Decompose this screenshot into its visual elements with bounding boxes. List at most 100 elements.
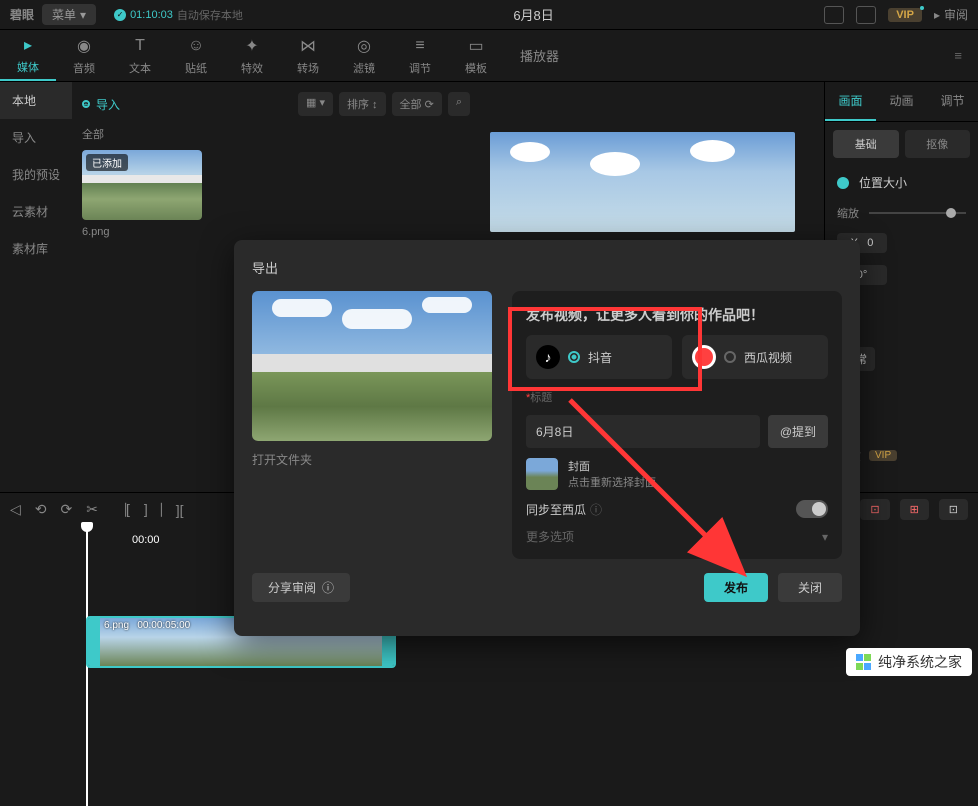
layout-icon-2[interactable]	[856, 6, 876, 24]
subtab-basic[interactable]: 基础	[833, 130, 899, 158]
sidebar-item-presets[interactable]: 我的预设	[0, 156, 72, 193]
media-item[interactable]: 已添加 6.png	[82, 150, 202, 238]
filter-icon: ◎	[354, 36, 374, 56]
help-icon[interactable]: ⓘ	[590, 501, 602, 518]
tab-transition[interactable]: ⋈转场	[280, 30, 336, 81]
sticker-icon: ☺	[186, 36, 206, 56]
tl-icon-1[interactable]: ⊡	[860, 499, 889, 520]
x-value: 0	[867, 237, 873, 249]
tab-picture[interactable]: 画面	[825, 82, 876, 121]
cover-row[interactable]: 封面 点击重新选择封面	[526, 458, 828, 490]
cover-thumb	[526, 458, 558, 490]
subtab-matting[interactable]: 抠像	[905, 130, 971, 158]
media-all-label: 全部	[82, 126, 470, 142]
tab-text-label: 文本	[129, 60, 151, 76]
modal-body: 打开文件夹 发布视频，让更多人看到你的作品吧！ ♪ 抖音 西瓜视频 *标题 6月…	[252, 291, 842, 559]
radio-checked[interactable]	[568, 351, 580, 363]
modal-heading: 发布视频，让更多人看到你的作品吧！	[526, 305, 828, 325]
redo-button[interactable]: ⟳	[61, 501, 73, 518]
export-modal: 导出 打开文件夹 发布视频，让更多人看到你的作品吧！ ♪ 抖音	[234, 240, 860, 636]
player-menu-icon[interactable]: ≡	[954, 48, 962, 63]
more-options[interactable]: 更多选项 ▾	[526, 528, 828, 545]
tab-audio[interactable]: ◉音频	[56, 30, 112, 81]
added-badge: 已添加	[86, 154, 128, 171]
timeline-right: ⊡ ⊞ ⊡	[860, 499, 968, 520]
open-folder-button[interactable]: 打开文件夹	[252, 451, 492, 468]
position-size-row: 位置大小	[825, 166, 978, 199]
radio-unchecked[interactable]	[724, 351, 736, 363]
app-logo: 碧眼	[10, 6, 34, 23]
tab-adjust[interactable]: ≡调节	[392, 30, 448, 81]
clip-handle-left[interactable]: ⎸	[88, 618, 100, 666]
filter-button[interactable]: 全部 ⟳	[392, 92, 442, 116]
autosave-text: 自动保存本地	[177, 7, 243, 23]
tab-animation[interactable]: 动画	[876, 82, 927, 121]
tl-icon-3[interactable]: ⊡	[939, 499, 968, 520]
sort-button[interactable]: 排序 ↕	[339, 92, 386, 116]
import-button[interactable]: + 导入	[82, 96, 120, 113]
tl-icon-2[interactable]: ⊞	[900, 499, 929, 520]
tab-adjust-label: 调节	[409, 60, 431, 76]
tab-filter-label: 滤镜	[353, 60, 375, 76]
vip-badge[interactable]: VIP	[888, 8, 922, 22]
menu-button[interactable]: 菜单 ▾	[42, 4, 96, 25]
player-label: 播放器	[520, 46, 559, 65]
watermark-icon	[856, 654, 872, 670]
clip-label: 6.png 00:00:05:00	[104, 620, 190, 631]
xigua-icon	[692, 345, 716, 369]
share-button[interactable]: 分享审阅 ⓘ	[252, 573, 350, 602]
right-tabs: 画面 动画 调节	[825, 82, 978, 122]
player-preview[interactable]	[490, 132, 795, 232]
sidebar-item-cloud[interactable]: 云素材	[0, 193, 72, 230]
tab-text[interactable]: T文本	[112, 30, 168, 81]
platform-douyin[interactable]: ♪ 抖音	[526, 335, 672, 379]
scale-row: 缩放	[825, 199, 978, 227]
tab-media[interactable]: ▸媒体	[0, 30, 56, 81]
tool-left: ▸媒体 ◉音频 T文本 ☺贴纸 ✦特效 ⋈转场 ◎ 滤镜 ≡调节 ▭模板	[0, 30, 504, 81]
title-input[interactable]: 6月8日	[526, 415, 760, 448]
slider-thumb[interactable]	[946, 208, 956, 218]
sidebar: 本地 导入 我的预设 云素材 素材库	[0, 82, 72, 492]
autosave-time: 01:10:03	[130, 9, 173, 21]
cloud-shape	[590, 152, 640, 176]
undo-button[interactable]: ⟲	[35, 501, 47, 518]
back-button[interactable]: ◁	[10, 501, 21, 518]
watermark: 纯净系统之家	[846, 648, 972, 676]
close-button[interactable]: 关闭	[778, 573, 842, 602]
tab-template-label: 模板	[465, 60, 487, 76]
sidebar-item-library[interactable]: 素材库	[0, 230, 72, 267]
grid-view-button[interactable]: ▦ ▾	[298, 92, 333, 116]
tool-tabs: ▸媒体 ◉音频 T文本 ☺贴纸 ✦特效 ⋈转场 ◎滤镜 ≡调节 ▭模板 播放器 …	[0, 30, 978, 82]
mention-button[interactable]: @提到	[768, 415, 828, 448]
publish-button[interactable]: 发布	[704, 573, 768, 602]
layout-icon-1[interactable]	[824, 6, 844, 24]
search-button[interactable]: ⌕	[448, 92, 470, 116]
tab-adjust-right[interactable]: 调节	[927, 82, 978, 121]
tab-filter[interactable]: ◎ 滤镜	[336, 30, 392, 81]
sidebar-item-local[interactable]: 本地	[0, 82, 72, 119]
split-button[interactable]: ][	[176, 502, 184, 518]
cut-button[interactable]: ✂	[86, 501, 98, 518]
watermark-text: 纯净系统之家	[878, 652, 962, 672]
modal-right: 发布视频，让更多人看到你的作品吧！ ♪ 抖音 西瓜视频 *标题 6月8日 @提到	[512, 291, 842, 559]
xigua-label: 西瓜视频	[744, 349, 792, 366]
review-button[interactable]: ▸ 审阅	[934, 6, 968, 23]
split-left-button[interactable]: ⎹[	[112, 501, 130, 518]
tab-template[interactable]: ▭模板	[448, 30, 504, 81]
media-toolbar-right: ▦ ▾ 排序 ↕ 全部 ⟳ ⌕	[298, 92, 470, 116]
sidebar-item-import[interactable]: 导入	[0, 119, 72, 156]
title-row: 6月8日 @提到	[526, 415, 828, 448]
audio-icon: ◉	[74, 36, 94, 56]
right-subtabs: 基础 抠像	[825, 122, 978, 166]
scale-slider[interactable]	[869, 212, 966, 214]
menu-label: 菜单	[52, 6, 76, 23]
transition-icon: ⋈	[298, 36, 318, 56]
tab-effect[interactable]: ✦特效	[224, 30, 280, 81]
media-thumbnail: 已添加	[82, 150, 202, 220]
tab-effect-label: 特效	[241, 60, 263, 76]
check-icon[interactable]	[837, 177, 849, 189]
tab-sticker[interactable]: ☺贴纸	[168, 30, 224, 81]
sync-toggle[interactable]	[796, 500, 828, 518]
split-right-button[interactable]: ]⎹	[144, 501, 162, 518]
platform-xigua[interactable]: 西瓜视频	[682, 335, 828, 379]
